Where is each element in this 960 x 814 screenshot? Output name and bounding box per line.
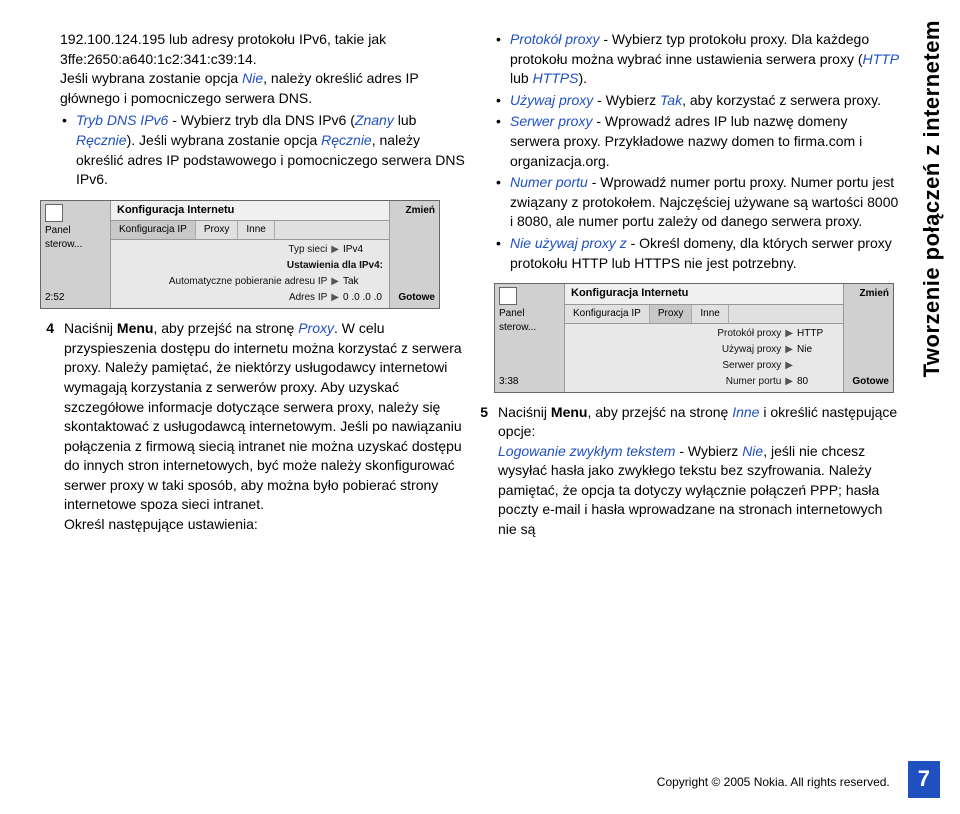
phone-back-label: Panel sterow... [499, 307, 560, 335]
phone-field-row: Adres IP▶0 .0 .0 .0 [117, 290, 383, 306]
copyright-text: Copyright © 2005 Nokia. All rights reser… [657, 774, 890, 791]
device-screenshot-proxy: Panel sterow... 3:38 Konfiguracja Intern… [494, 283, 894, 392]
step-5: 5 Naciśnij Menu, aby przejść na stronę I… [494, 403, 900, 540]
bullet-list: Tryb DNS IPv6 - Wybierz tryb dla DNS IPv… [60, 111, 466, 189]
phone-sidebar: Panel sterow... 2:52 [41, 201, 111, 308]
step-text: Naciśnij Menu, aby przejść na stronę Inn… [498, 403, 900, 540]
app-icon [45, 204, 63, 222]
left-column: 192.100.124.195 lub adresy protokołu IPv… [40, 30, 466, 540]
softkey-change: Zmień [848, 287, 889, 301]
phone-fields: Protokół proxy▶HTTP Używaj proxy▶Nie Ser… [565, 324, 843, 392]
step-4: 4 Naciśnij Menu, aby przejść na stronę P… [60, 319, 466, 535]
list-item: Serwer proxy - Wprowadź adres IP lub naz… [494, 112, 900, 171]
body-text: 192.100.124.195 lub adresy protokołu IPv… [60, 30, 466, 108]
phone-back-label: Panel sterow... [45, 224, 106, 252]
phone-title: Konfiguracja Internetu [565, 284, 843, 304]
softkey-done: Gotowe [848, 375, 889, 389]
step-number: 5 [474, 403, 488, 540]
phone-field-row: Automatyczne pobieranie adresu IP▶Tak [117, 274, 383, 290]
phone-fields: Typ sieci▶IPv4 Ustawienia dla IPv4: Auto… [111, 240, 389, 308]
phone-tabs: Konfiguracja IP Proxy Inne [565, 305, 843, 324]
section-title-vertical: Tworzenie połączeń z internetem [917, 20, 948, 377]
phone-tab: Inne [238, 221, 274, 239]
phone-field-row: Używaj proxy▶Nie [571, 342, 837, 358]
list-item: Numer portu - Wprowadź numer portu proxy… [494, 173, 900, 232]
app-icon [499, 287, 517, 305]
phone-tab: Proxy [196, 221, 239, 239]
list-item: Nie używaj proxy z - Określ domeny, dla … [494, 234, 900, 273]
phone-tab: Proxy [650, 305, 693, 323]
phone-title: Konfiguracja Internetu [111, 201, 389, 221]
phone-tab: Konfiguracja IP [111, 221, 196, 239]
phone-field-row: Numer portu▶80 [571, 374, 837, 390]
softkey-done: Gotowe [394, 291, 435, 305]
phone-tabs: Konfiguracja IP Proxy Inne [111, 221, 389, 240]
step-text: Naciśnij Menu, aby przejść na stronę Pro… [64, 319, 466, 535]
phone-field-row: Protokół proxy▶HTTP [571, 326, 837, 342]
phone-time: 2:52 [45, 291, 106, 305]
phone-time: 3:38 [499, 375, 560, 389]
list-item: Używaj proxy - Wybierz Tak, aby korzysta… [494, 91, 900, 111]
phone-softkeys: Zmień Gotowe [389, 201, 439, 308]
softkey-change: Zmień [394, 204, 435, 218]
page-content: 192.100.124.195 lub adresy protokołu IPv… [0, 30, 960, 540]
list-item: Protokół proxy - Wybierz typ protokołu p… [494, 30, 900, 89]
phone-field-row: Typ sieci▶IPv4 [117, 242, 383, 258]
phone-field-row: Serwer proxy▶ [571, 358, 837, 374]
phone-tab: Inne [692, 305, 728, 323]
page-footer: Copyright © 2005 Nokia. All rights reser… [0, 761, 960, 798]
page-number: 7 [908, 761, 940, 798]
phone-main: Konfiguracja Internetu Konfiguracja IP P… [111, 201, 389, 308]
phone-softkeys: Zmień Gotowe [843, 284, 893, 391]
phone-field-row: Ustawienia dla IPv4: [117, 258, 383, 274]
step-number: 4 [40, 319, 54, 535]
bullet-list: Protokół proxy - Wybierz typ protokołu p… [494, 30, 900, 273]
list-item: Tryb DNS IPv6 - Wybierz tryb dla DNS IPv… [60, 111, 466, 189]
phone-main: Konfiguracja Internetu Konfiguracja IP P… [565, 284, 843, 391]
right-column: Protokół proxy - Wybierz typ protokołu p… [486, 30, 900, 540]
phone-tab: Konfiguracja IP [565, 305, 650, 323]
phone-sidebar: Panel sterow... 3:38 [495, 284, 565, 391]
device-screenshot-ip-config: Panel sterow... 2:52 Konfiguracja Intern… [40, 200, 440, 309]
